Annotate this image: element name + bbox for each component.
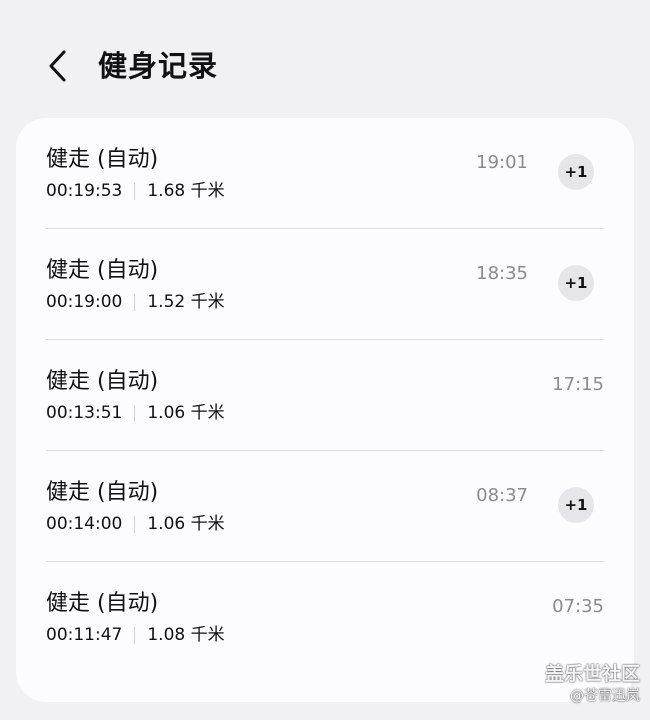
record-meta: 00:13:51 1.06 千米 [46,401,225,425]
record-row[interactable]: 健走 (自动) 00:14:00 1.06 千米 08:37 +1 [16,451,634,562]
record-meta: 00:19:53 1.68 千米 [46,179,225,203]
record-name: 健走 (自动) [46,258,159,283]
record-distance: 1.68 千米 [147,181,225,201]
watermark-user: @苍雷迅岚 [570,688,640,704]
record-distance: 1.06 千米 [147,514,225,534]
record-meta: 00:19:00 1.52 千米 [46,290,225,314]
record-name: 健走 (自动) [46,480,159,505]
record-row[interactable]: 健走 (自动) 00:13:51 1.06 千米 17:15 [16,340,634,451]
record-distance: 1.08 千米 [147,625,225,645]
record-meta: 00:11:47 1.08 千米 [46,623,225,647]
record-meta: 00:14:00 1.06 千米 [46,512,225,536]
meta-separator [134,626,136,644]
record-name: 健走 (自动) [46,591,159,616]
record-name: 健走 (自动) [46,369,159,394]
watermark-brand: 盖乐世社区 [544,663,640,685]
records-list: 健走 (自动) 00:19:53 1.68 千米 19:01 +1 健走 (自动… [16,118,634,702]
record-time: 19:01 [476,152,528,173]
meta-separator [134,182,136,200]
meta-separator [134,404,136,422]
record-duration: 00:13:51 [46,403,123,423]
record-time: 07:35 [552,596,604,617]
page-title: 健身记录 [98,49,219,83]
merge-count-badge[interactable]: +1 [558,154,594,190]
app-header: 健身记录 [0,0,650,118]
record-duration: 00:19:00 [46,292,123,312]
record-time: 18:35 [476,263,528,284]
meta-separator [134,293,136,311]
record-time: 17:15 [552,374,604,395]
back-button[interactable] [38,46,78,86]
chevron-left-icon [49,50,66,82]
record-distance: 1.06 千米 [147,403,225,423]
record-distance: 1.52 千米 [147,292,225,312]
record-duration: 00:14:00 [46,514,123,534]
watermark: 盖乐世社区 @苍雷迅岚 [545,662,640,706]
merge-count-badge[interactable]: +1 [558,265,594,301]
record-time: 08:37 [476,485,528,506]
record-name: 健走 (自动) [46,147,159,172]
merge-count-badge[interactable]: +1 [558,487,594,523]
record-row[interactable]: 健走 (自动) 00:11:47 1.08 千米 07:35 [16,562,634,673]
record-row[interactable]: 健走 (自动) 00:19:00 1.52 千米 18:35 +1 [16,229,634,340]
record-row[interactable]: 健走 (自动) 00:19:53 1.68 千米 19:01 +1 [16,118,634,229]
meta-separator [134,515,136,533]
record-duration: 00:11:47 [46,625,123,645]
record-duration: 00:19:53 [46,181,123,201]
